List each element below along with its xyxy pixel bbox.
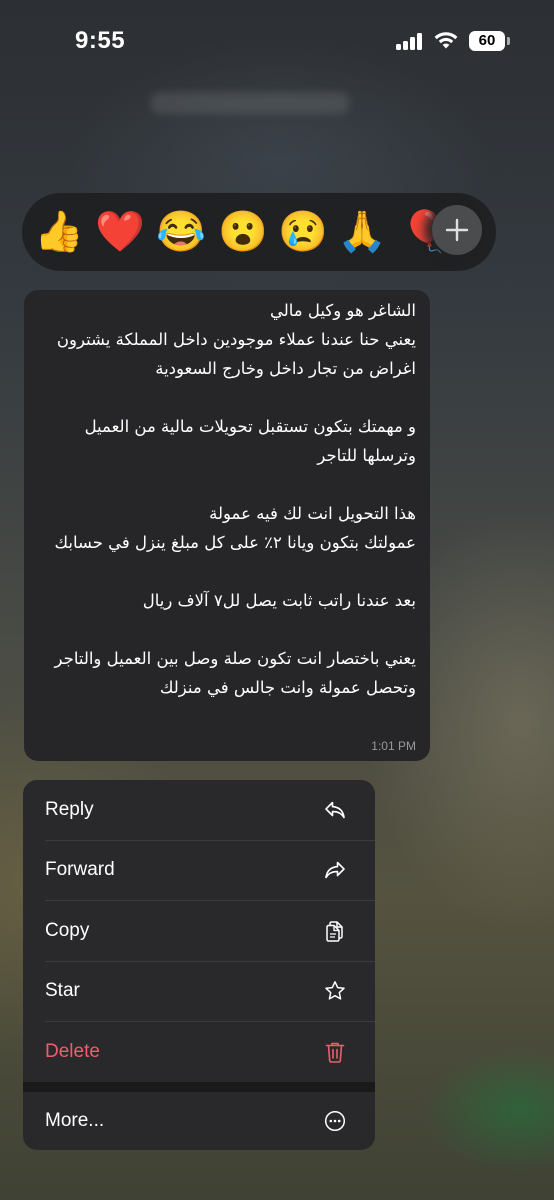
star-menu-item[interactable]: Star <box>23 961 375 1021</box>
blurred-chat-header <box>150 92 350 114</box>
context-menu: Reply Forward Copy Star Delete More... <box>23 780 375 1150</box>
message-text: الشاغر هو وكيل مالي يعني حنا عندنا عملاء… <box>54 301 416 697</box>
more-menu-item[interactable]: More... <box>23 1092 375 1150</box>
reaction-bar: 👍 ❤️ 😂 😮 😢 🙏 🎈 <box>22 193 496 271</box>
reply-icon <box>325 801 345 819</box>
more-label: More... <box>45 1110 105 1131</box>
reply-label: Reply <box>45 799 94 820</box>
reaction-heart[interactable]: ❤️ <box>95 209 145 255</box>
menu-group-separator <box>23 1082 375 1092</box>
reaction-pray[interactable]: 🙏 <box>337 209 387 255</box>
plus-icon <box>445 218 469 242</box>
reaction-thumbs-up[interactable]: 👍 <box>34 209 84 255</box>
cellular-signal-icon <box>396 32 424 50</box>
delete-label: Delete <box>45 1041 100 1062</box>
delete-menu-item[interactable]: Delete <box>23 1022 375 1082</box>
copy-label: Copy <box>45 920 90 941</box>
wifi-icon <box>434 32 458 49</box>
copy-menu-item[interactable]: Copy <box>23 901 375 961</box>
copy-icon <box>326 921 343 942</box>
message-bubble[interactable]: الشاغر هو وكيل مالي يعني حنا عندنا عملاء… <box>24 290 430 761</box>
more-options-icon <box>324 1110 346 1132</box>
message-timestamp: 1:01 PM <box>371 739 416 753</box>
forward-icon <box>325 861 345 879</box>
status-bar: 9:55 60 <box>0 0 554 84</box>
reply-menu-item[interactable]: Reply <box>23 780 375 840</box>
star-label: Star <box>45 980 80 1001</box>
battery-level: 60 <box>469 31 505 51</box>
trash-icon <box>325 1042 345 1063</box>
star-icon <box>325 981 345 1000</box>
battery-tip <box>507 37 510 45</box>
status-time: 9:55 <box>75 27 126 54</box>
more-reactions-button[interactable] <box>432 205 482 255</box>
forward-menu-item[interactable]: Forward <box>23 840 375 900</box>
reaction-sad[interactable]: 😢 <box>278 209 328 255</box>
reaction-surprised[interactable]: 😮 <box>218 209 268 255</box>
forward-label: Forward <box>45 859 115 880</box>
reaction-laugh[interactable]: 😂 <box>156 209 206 255</box>
